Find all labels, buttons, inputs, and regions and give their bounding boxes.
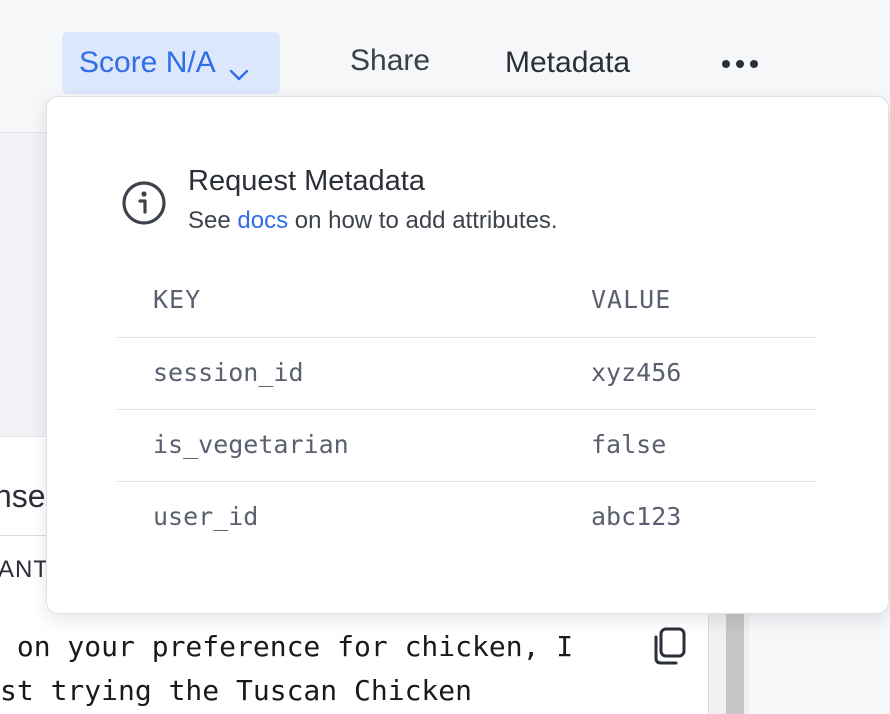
- metadata-value: xyz456: [591, 358, 682, 387]
- table-divider: [117, 481, 817, 482]
- metadata-key: is_vegetarian: [153, 430, 349, 459]
- scrollbar-thumb[interactable]: [726, 600, 744, 714]
- subtitle-suffix: on how to add attributes.: [288, 207, 558, 234]
- copy-icon[interactable]: [650, 626, 688, 666]
- metadata-value: abc123: [591, 502, 682, 531]
- popover-subtitle: See docs on how to add attributes.: [188, 207, 558, 235]
- column-header-key: KEY: [153, 285, 202, 314]
- metadata-value: false: [591, 430, 667, 459]
- metadata-popover: Request Metadata See docs on how to add …: [46, 96, 889, 614]
- more-options-icon[interactable]: [716, 50, 764, 78]
- popover-title: Request Metadata: [188, 165, 425, 197]
- metadata-key: session_id: [153, 358, 304, 387]
- message-text-line: on your preference for chicken, I: [0, 630, 574, 663]
- metadata-key: user_id: [153, 502, 259, 531]
- toolbar: Score N/A Share Metadata: [0, 0, 890, 100]
- share-button[interactable]: Share: [350, 44, 430, 78]
- score-dropdown-button[interactable]: Score N/A: [62, 32, 280, 94]
- metadata-button[interactable]: Metadata: [505, 46, 630, 80]
- score-label: Score N/A: [79, 46, 216, 79]
- info-icon: [120, 179, 168, 227]
- table-divider: [117, 337, 817, 338]
- table-divider: [117, 409, 817, 410]
- column-header-value: VALUE: [591, 285, 672, 314]
- message-text-line: st trying the Tuscan Chicken: [0, 674, 473, 707]
- chevron-down-icon: [228, 56, 250, 81]
- subtitle-prefix: See: [188, 207, 238, 234]
- role-label: ANT: [0, 556, 49, 583]
- section-heading: nse: [0, 478, 46, 514]
- docs-link[interactable]: docs: [237, 207, 288, 234]
